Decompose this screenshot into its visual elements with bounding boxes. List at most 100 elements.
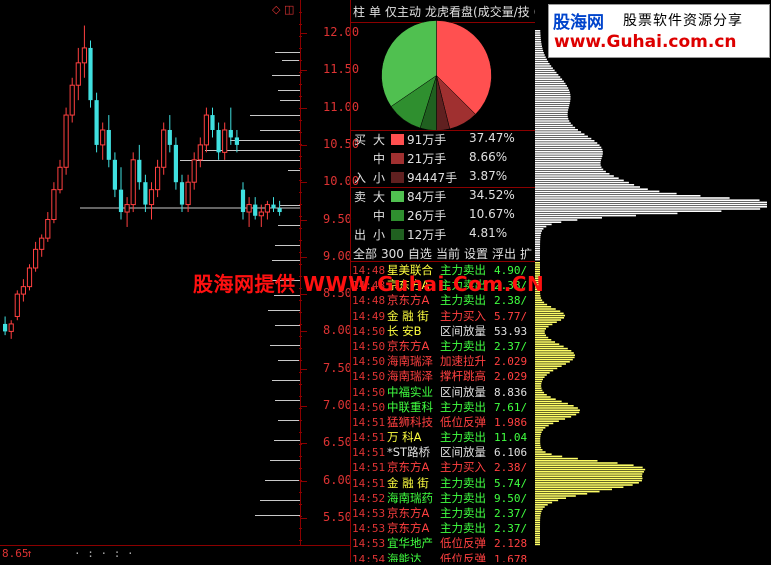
candle-body[interactable] — [8, 323, 14, 332]
candle-body[interactable] — [124, 204, 130, 213]
candle-body[interactable] — [143, 182, 148, 205]
alert-row[interactable]: 14:53 宜华地产 低位反弹 2.128 — [351, 536, 536, 551]
tab-active-only[interactable]: 仅主动 — [383, 0, 423, 20]
axis-dot — [299, 108, 302, 109]
alert-row[interactable]: 14:50 中联重科 主力卖出 7.61/ — [351, 400, 536, 415]
candle-body[interactable] — [258, 211, 264, 217]
candle-body[interactable] — [45, 219, 51, 239]
candle-body[interactable] — [63, 114, 69, 168]
volume-profile-bar — [535, 510, 542, 513]
candle-body[interactable] — [191, 159, 197, 183]
alert-row[interactable]: 14:53 京东方A 主力卖出 2.37/ — [351, 506, 536, 521]
tab-dragon-tiger[interactable]: 龙虎看盘(成交量/技 — [423, 0, 532, 20]
candle-body[interactable] — [155, 166, 161, 191]
alert-row[interactable]: 14:50 海南瑞泽 加速拉升 2.029 — [351, 354, 536, 369]
alert-time: 14:50 — [352, 370, 386, 384]
candle-body[interactable] — [253, 204, 258, 216]
volume-profile-bar — [535, 325, 549, 328]
price-tick-label: 6.50 — [323, 435, 352, 450]
candle-body[interactable] — [179, 182, 185, 205]
alert-row[interactable]: 14:51 猛狮科技 低位反弹 1.986 — [351, 415, 536, 430]
candle-body[interactable] — [210, 115, 215, 130]
candle-body[interactable] — [222, 129, 228, 153]
candle-body[interactable] — [216, 129, 221, 153]
candle-body[interactable] — [234, 137, 239, 145]
volume-at-price-bar — [265, 480, 300, 481]
volume-profile-bar — [535, 118, 569, 120]
alert-type: 主力卖出 — [440, 475, 486, 490]
menu-settings[interactable]: 设置 — [462, 243, 490, 264]
alert-row[interactable]: 14:51 京东方A 主力买入 2.38/ — [351, 460, 536, 475]
candle-body[interactable] — [106, 129, 111, 160]
alert-value: 8.836 — [494, 385, 528, 399]
tab-bar-chart[interactable]: 柱 — [351, 0, 367, 20]
alert-row[interactable]: 14:50 京东方A 主力卖出 2.37/ — [351, 339, 536, 354]
candle-body[interactable] — [26, 267, 33, 288]
candle-body[interactable] — [173, 144, 178, 183]
alert-type: 主力买入 — [440, 460, 486, 475]
candle-body[interactable] — [81, 47, 88, 64]
candle-body[interactable] — [148, 189, 155, 206]
candle-body[interactable] — [75, 62, 81, 86]
volume-profile-bar — [535, 519, 541, 521]
candle-body[interactable] — [33, 248, 39, 269]
candle-body[interactable] — [161, 129, 167, 168]
alert-row[interactable]: 14:50 中福实业 区间放量 8.836 — [351, 385, 536, 400]
volume-profile-bar — [535, 58, 547, 61]
menu-expand[interactable]: 扩 — [518, 243, 534, 264]
volume-profile-bar — [535, 484, 633, 486]
candle-body[interactable] — [118, 189, 124, 213]
alert-value: 2.37/ — [494, 339, 528, 353]
tab-orders[interactable]: 单 — [367, 0, 383, 20]
alert-row[interactable]: 14:50 长 安B 区间放量 53.93 — [351, 324, 536, 339]
candle-body[interactable] — [3, 323, 8, 332]
alert-row[interactable]: 14:50 海南瑞泽 撑杆跳高 2.029 — [351, 369, 536, 384]
candle-body[interactable] — [112, 159, 117, 190]
menu-watchlist[interactable]: 自选 — [406, 243, 434, 264]
candle-body[interactable] — [240, 189, 246, 213]
alert-row[interactable]: 14:52 海南瑞药 主力卖出 9.50/ — [351, 491, 536, 506]
candle-body[interactable] — [88, 47, 93, 101]
volume-profile-bar — [535, 361, 570, 363]
volume-profile-bar — [535, 254, 541, 256]
candle-body[interactable] — [185, 181, 191, 206]
candle-body[interactable] — [203, 114, 210, 146]
alert-row[interactable]: 14:49 金 融 街 主力买入 5.77/ — [351, 309, 536, 324]
volume-at-price-bar — [260, 500, 300, 501]
candle-body[interactable] — [264, 204, 270, 213]
candle-body[interactable] — [228, 129, 233, 138]
volume-profile-bar — [535, 111, 568, 113]
flow-percent: 10.67% — [469, 207, 515, 221]
menu-float[interactable]: 浮出 — [490, 243, 518, 264]
volume-at-price-bar — [288, 170, 300, 171]
candle-body[interactable] — [167, 129, 172, 145]
alert-row[interactable]: 14:51 万 科A 主力卖出 11.04 — [351, 430, 536, 445]
volume-profile-bar — [535, 41, 542, 43]
candle-body[interactable] — [57, 166, 63, 191]
candle-body[interactable] — [137, 159, 142, 183]
volume-profile-bar — [535, 539, 540, 541]
alert-row[interactable]: 14:51 *ST路桥 区间放量 6.106 — [351, 445, 536, 460]
candle-body[interactable] — [130, 159, 136, 206]
chart-corner-icons[interactable]: ◇ ◫ — [272, 3, 294, 16]
candle-body[interactable] — [51, 189, 57, 221]
candle-body[interactable] — [271, 204, 276, 209]
candle-body[interactable] — [14, 293, 20, 317]
alert-row[interactable]: 14:53 京东方A 主力卖出 2.37/ — [351, 521, 536, 536]
candle-body[interactable] — [100, 129, 106, 146]
menu-300[interactable]: 300 — [379, 245, 406, 263]
volume-profile-bar — [535, 140, 595, 142]
menu-all[interactable]: 全部 — [351, 243, 379, 264]
candle-body[interactable] — [197, 144, 203, 161]
candle-body[interactable] — [20, 286, 26, 295]
alert-row[interactable]: 14:51 金 融 街 主力卖出 5.74/ — [351, 476, 536, 491]
candle-body[interactable] — [69, 84, 75, 116]
volume-profile-bar — [535, 96, 571, 98]
alert-time: 14:53 — [352, 537, 386, 551]
candle-body[interactable] — [277, 208, 282, 213]
menu-current[interactable]: 当前 — [434, 243, 462, 264]
candle-body[interactable] — [94, 100, 99, 145]
candle-body[interactable] — [39, 237, 45, 250]
candle-body[interactable] — [246, 204, 252, 213]
alert-row[interactable]: 14:54 海能达 低位反弹 1.678 — [351, 552, 536, 562]
